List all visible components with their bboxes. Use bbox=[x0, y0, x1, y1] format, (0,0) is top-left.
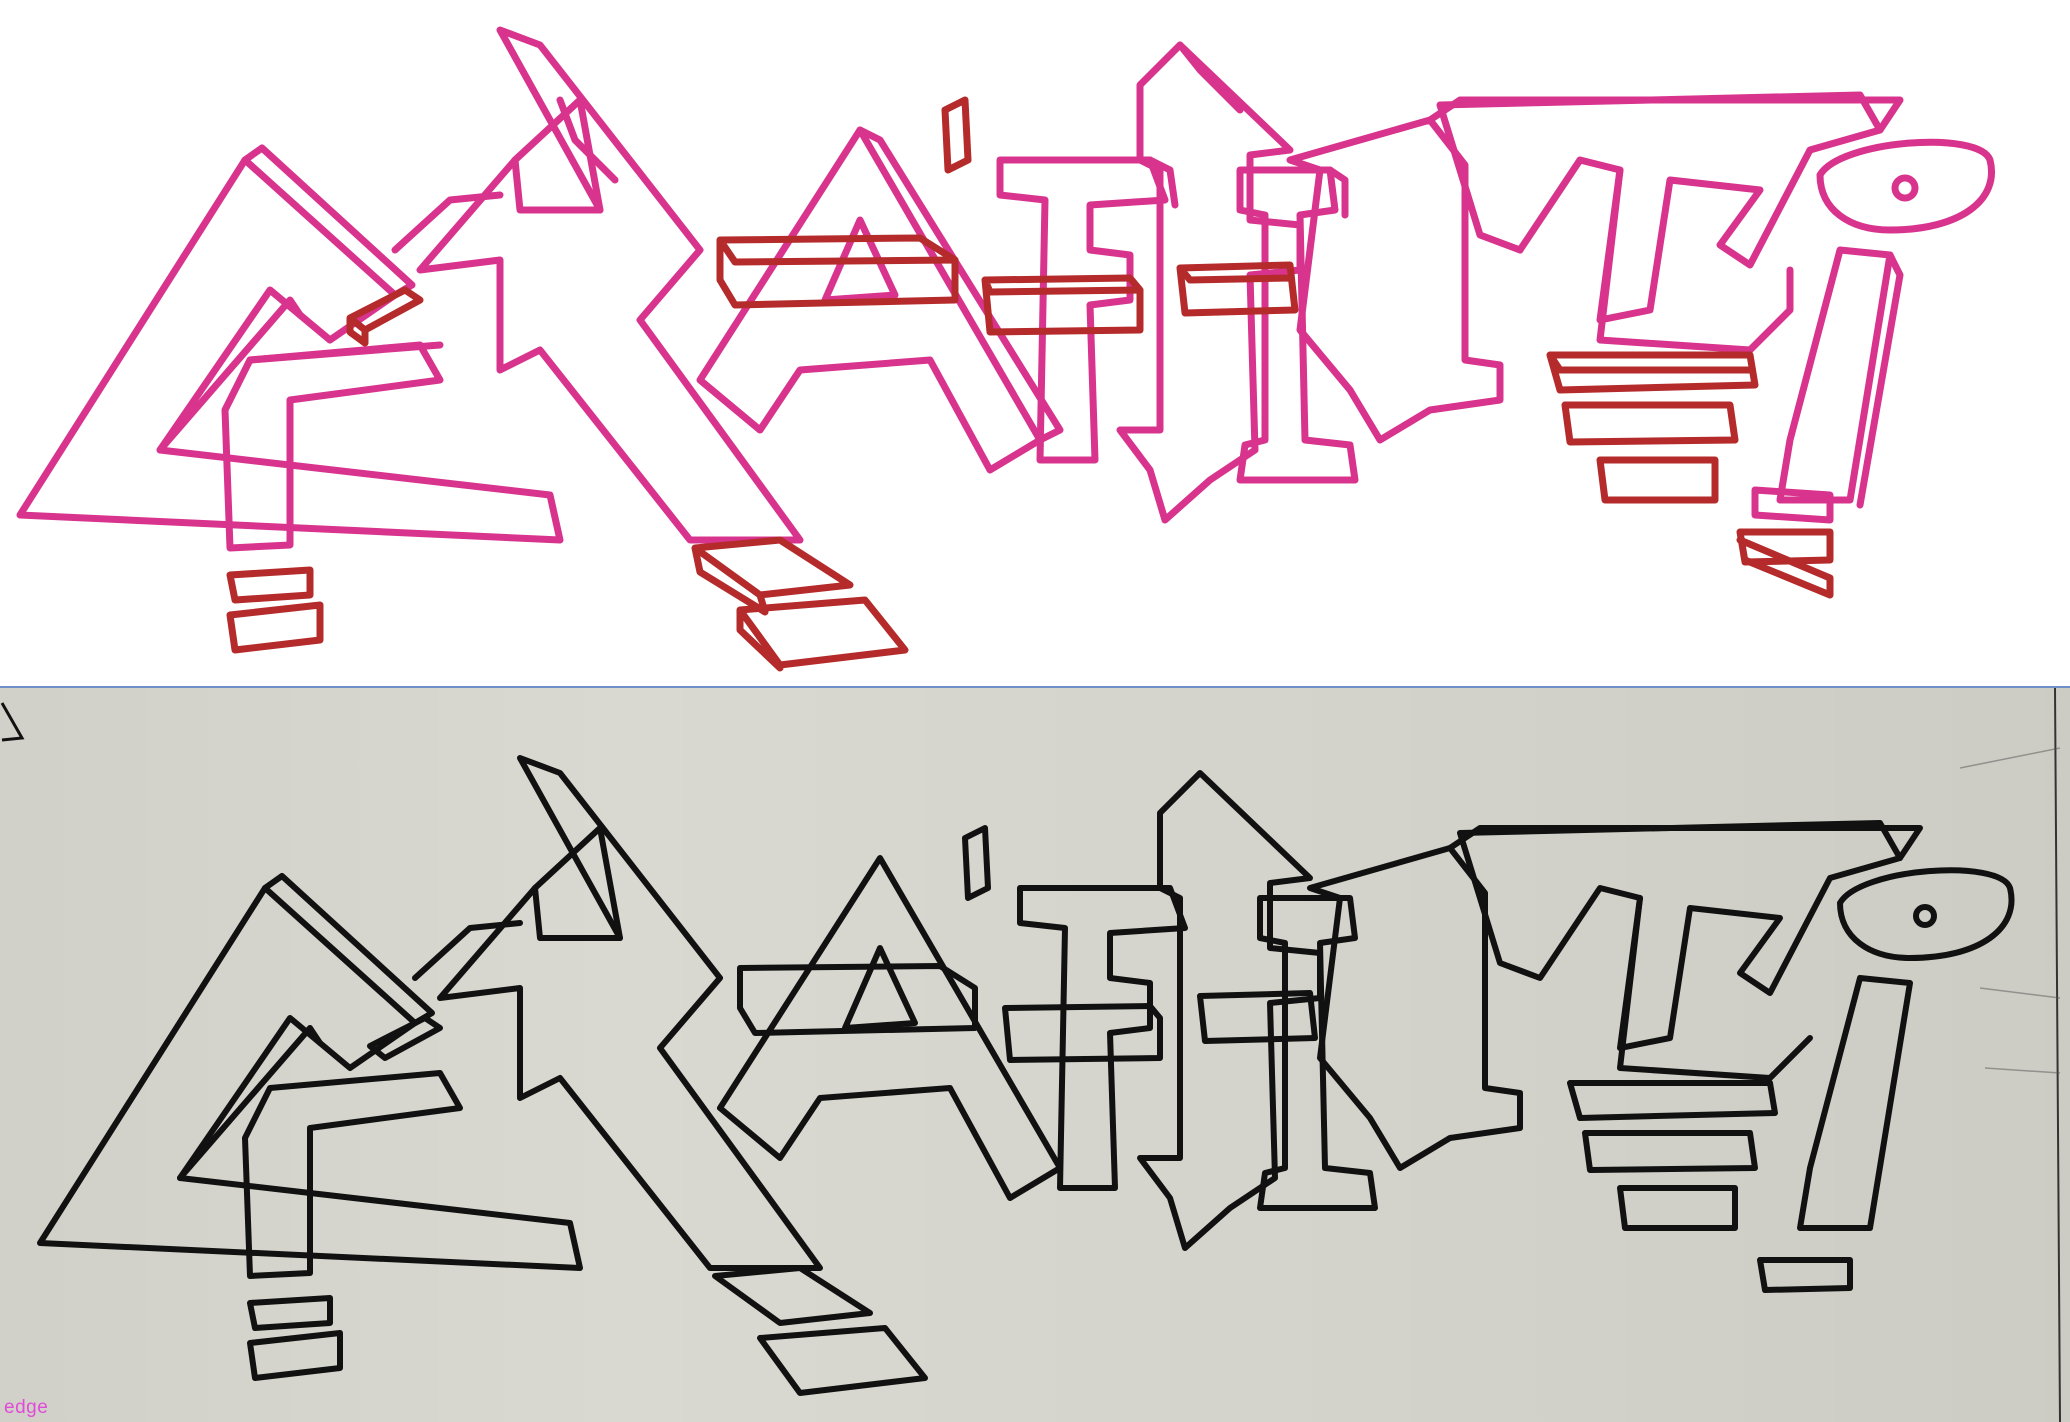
block-bar bbox=[1596, 456, 1719, 504]
source-photo-pane bbox=[0, 688, 2070, 1422]
block-bar bbox=[1561, 401, 1739, 446]
mode-label: edge bbox=[4, 1397, 49, 1418]
comparison-view: edge bbox=[0, 0, 2070, 1422]
corner-bracket-icon bbox=[0, 702, 25, 742]
letter-r-outline bbox=[416, 26, 804, 544]
pencil-drawing-canvas bbox=[0, 688, 2061, 1422]
block-bar bbox=[1546, 351, 1759, 394]
letter-g-inner-outline bbox=[221, 341, 444, 552]
dot-outline bbox=[1816, 138, 1995, 234]
vector-trace-pane bbox=[0, 0, 2070, 685]
letter-exclaim-outline bbox=[1776, 246, 1894, 504]
letter-t-outline bbox=[1286, 116, 1504, 444]
block-bar bbox=[1736, 536, 1834, 599]
block-bar bbox=[346, 286, 424, 347]
block-bar bbox=[941, 96, 972, 174]
paper-edge-right bbox=[2054, 688, 2061, 1422]
letter-y-outline bbox=[1436, 91, 1884, 324]
block-bar bbox=[736, 596, 909, 672]
block-bar bbox=[226, 601, 324, 654]
block-bar bbox=[226, 566, 314, 604]
vector-trace-canvas bbox=[16, 26, 1995, 672]
